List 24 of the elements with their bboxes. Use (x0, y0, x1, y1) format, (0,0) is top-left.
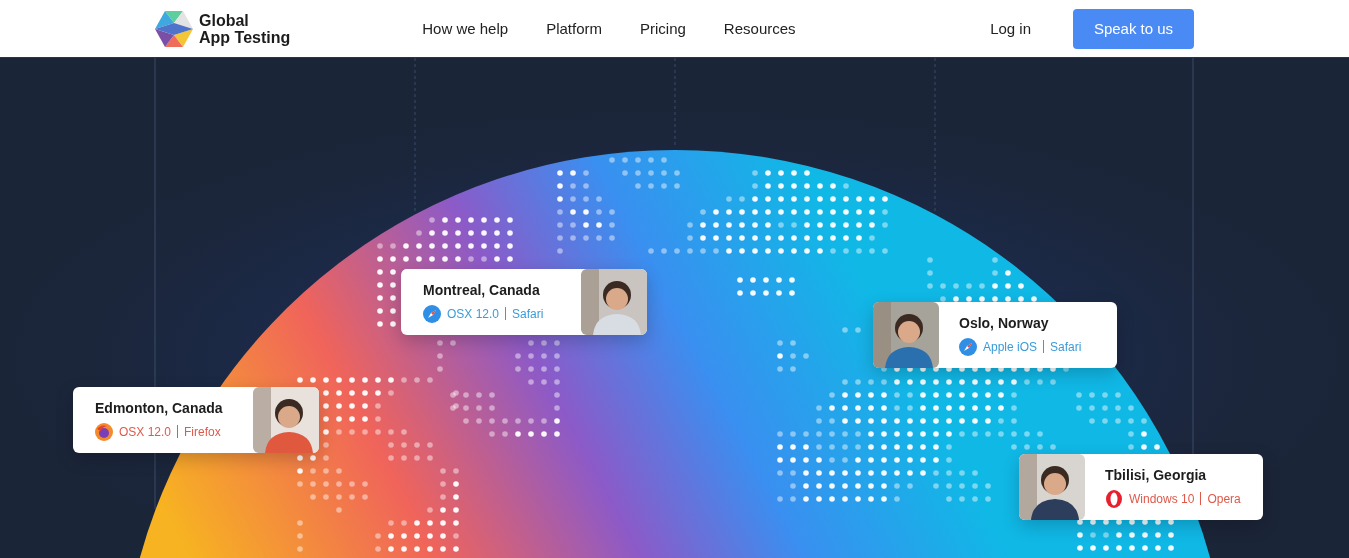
city-name: Tbilisi, Georgia (1105, 466, 1208, 483)
nav-link[interactable]: Pricing (640, 20, 686, 37)
logo-text: Global (199, 11, 250, 29)
compass-icon (959, 337, 977, 356)
browser-name: Safari (1050, 339, 1082, 354)
os-name: OSX 12.0 (447, 306, 500, 321)
os-name: OSX 12.0 (119, 424, 172, 439)
city-name: Montreal, Canada (423, 281, 541, 298)
opera-icon (1105, 489, 1123, 508)
browser-name: Safari (512, 306, 544, 321)
browser-name: Firefox (184, 424, 221, 439)
os-name: Windows 10 (1129, 491, 1195, 506)
login-link[interactable]: Log in (990, 20, 1031, 37)
firefox-icon (95, 422, 113, 441)
nav-link[interactable]: How we help (422, 20, 509, 37)
logo-text: App Testing (199, 28, 291, 46)
os-name: Apple iOS (983, 339, 1038, 354)
browser-name: Opera (1207, 491, 1241, 506)
nav-link[interactable]: Platform (546, 20, 602, 37)
logo-icon (155, 10, 193, 47)
city-name: Edmonton, Canada (95, 399, 224, 416)
compass-icon (423, 304, 441, 323)
nav-link[interactable]: Resources (723, 20, 796, 37)
city-name: Oslo, Norway (959, 314, 1050, 331)
